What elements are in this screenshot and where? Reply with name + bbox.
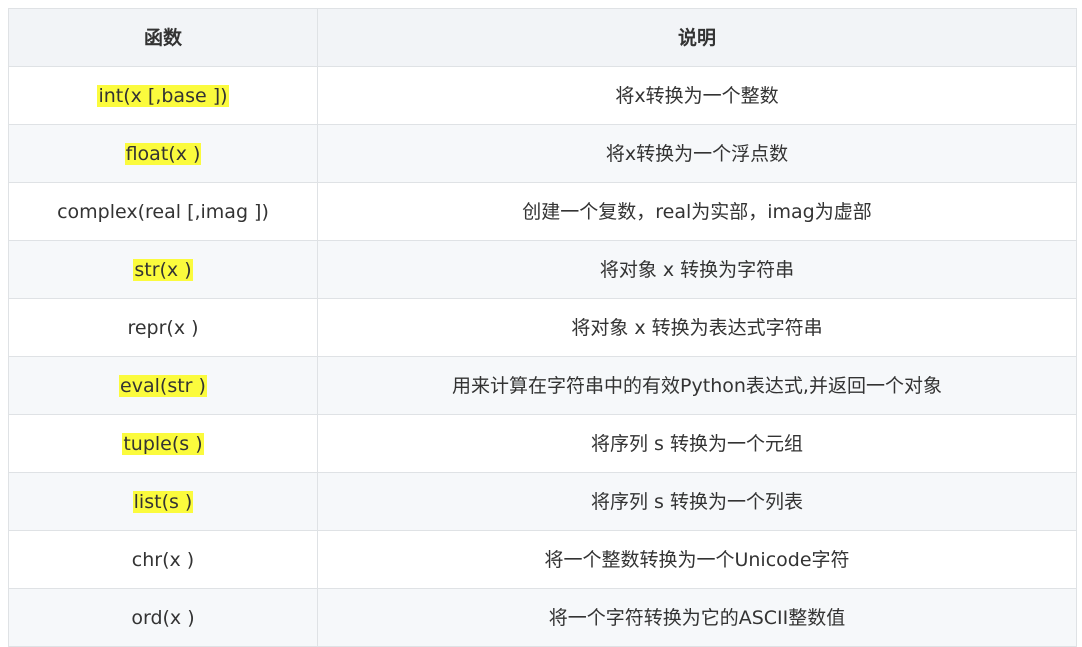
function-cell: float(x ) <box>8 124 318 183</box>
description-cell: 将序列 s 转换为一个列表 <box>317 472 1077 531</box>
description-cell: 用来计算在字符串中的有效Python表达式,并返回一个对象 <box>317 356 1077 415</box>
description-cell: 创建一个复数，real为实部，imag为虚部 <box>317 182 1077 241</box>
table-header-row: 函数 说明 <box>8 8 1077 67</box>
function-name: list(s ) <box>132 490 194 513</box>
conversion-functions-table: 函数 说明 int(x [,base ]) 将x转换为一个整数 float(x … <box>8 8 1077 647</box>
function-name: tuple(s ) <box>122 432 204 455</box>
table-row: eval(str ) 用来计算在字符串中的有效Python表达式,并返回一个对象 <box>8 356 1077 415</box>
table-row: float(x ) 将x转换为一个浮点数 <box>8 124 1077 183</box>
function-name: int(x [,base ]) <box>97 84 229 107</box>
function-cell: ord(x ) <box>8 588 318 647</box>
table-body: int(x [,base ]) 将x转换为一个整数 float(x ) 将x转换… <box>8 66 1077 647</box>
header-description: 说明 <box>317 8 1077 67</box>
function-name: chr(x ) <box>131 548 195 571</box>
function-cell: repr(x ) <box>8 298 318 357</box>
function-cell: str(x ) <box>8 240 318 299</box>
table-row: repr(x ) 将对象 x 转换为表达式字符串 <box>8 298 1077 357</box>
header-function: 函数 <box>8 8 318 67</box>
function-cell: list(s ) <box>8 472 318 531</box>
function-name: eval(str ) <box>119 374 207 397</box>
function-name: str(x ) <box>133 258 193 281</box>
function-name: complex(real [,imag ]) <box>57 200 269 223</box>
function-cell: tuple(s ) <box>8 414 318 473</box>
description-cell: 将x转换为一个浮点数 <box>317 124 1077 183</box>
function-cell: complex(real [,imag ]) <box>8 182 318 241</box>
function-name: repr(x ) <box>127 316 199 339</box>
description-cell: 将对象 x 转换为字符串 <box>317 240 1077 299</box>
description-cell: 将x转换为一个整数 <box>317 66 1077 125</box>
table-row: str(x ) 将对象 x 转换为字符串 <box>8 240 1077 299</box>
table-row: int(x [,base ]) 将x转换为一个整数 <box>8 66 1077 125</box>
function-cell: eval(str ) <box>8 356 318 415</box>
description-cell: 将对象 x 转换为表达式字符串 <box>317 298 1077 357</box>
description-cell: 将序列 s 转换为一个元组 <box>317 414 1077 473</box>
table-row: complex(real [,imag ]) 创建一个复数，real为实部，im… <box>8 182 1077 241</box>
table-row: ord(x ) 将一个字符转换为它的ASCII整数值 <box>8 588 1077 647</box>
function-name: float(x ) <box>124 142 202 165</box>
conversion-functions-table-container: 函数 说明 int(x [,base ]) 将x转换为一个整数 float(x … <box>8 8 1077 647</box>
table-row: tuple(s ) 将序列 s 转换为一个元组 <box>8 414 1077 473</box>
table-row: chr(x ) 将一个整数转换为一个Unicode字符 <box>8 530 1077 589</box>
description-cell: 将一个字符转换为它的ASCII整数值 <box>317 588 1077 647</box>
function-name: ord(x ) <box>131 606 195 629</box>
function-cell: int(x [,base ]) <box>8 66 318 125</box>
table-header: 函数 说明 <box>8 8 1077 67</box>
description-cell: 将一个整数转换为一个Unicode字符 <box>317 530 1077 589</box>
table-row: list(s ) 将序列 s 转换为一个列表 <box>8 472 1077 531</box>
function-cell: chr(x ) <box>8 530 318 589</box>
